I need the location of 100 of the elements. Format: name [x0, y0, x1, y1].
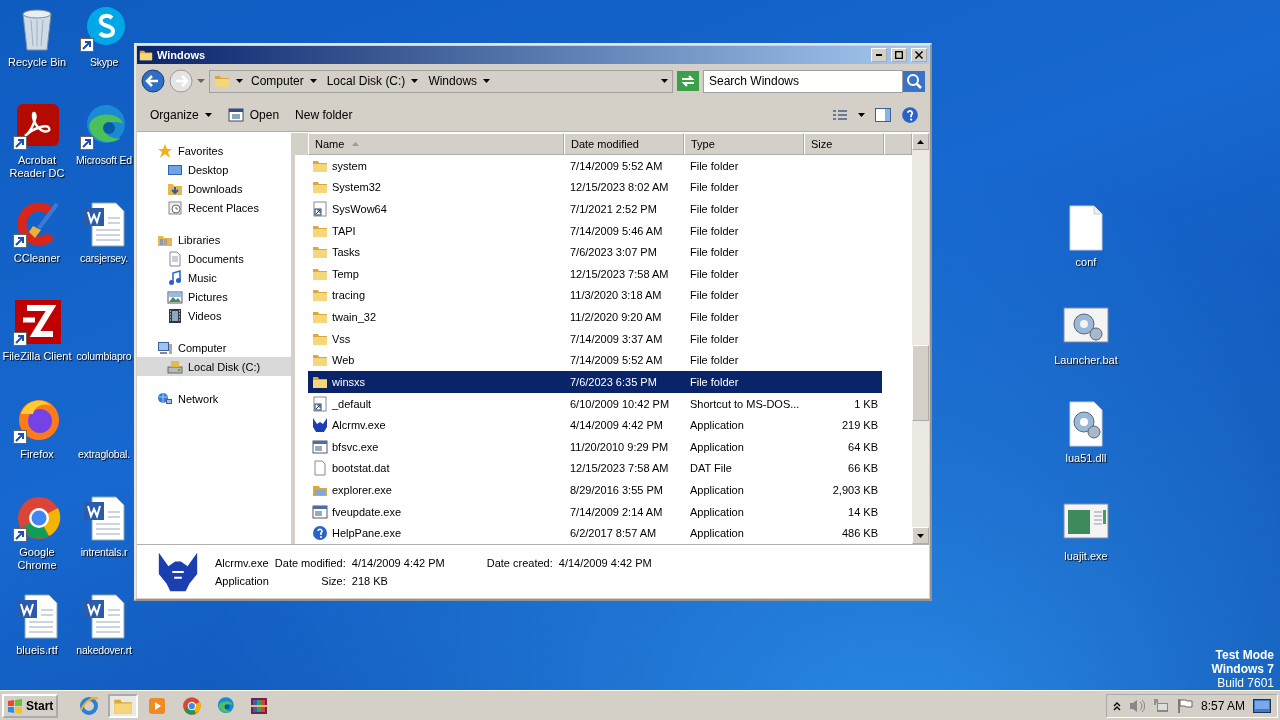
nav-item[interactable]: Downloads	[137, 179, 291, 198]
file-row[interactable]: tracing 11/3/2020 3:18 AM File folder	[308, 284, 882, 307]
shortcut-tile[interactable]: luajit.exe	[1049, 494, 1123, 592]
shortcut-tile[interactable]: Google Chrome	[0, 490, 74, 588]
nav-item[interactable]: Documents	[137, 249, 291, 268]
column-header[interactable]: Name	[308, 133, 564, 155]
shortcut-tile[interactable]: columbiapro	[73, 294, 135, 392]
file-type: File folder	[689, 267, 740, 280]
property-value: 4/14/2009 4:42 PM	[558, 556, 652, 569]
breadcrumb[interactable]: Computer	[249, 74, 319, 88]
file-row[interactable]: Temp 12/15/2023 7:58 AM File folder	[308, 263, 882, 285]
scroll-down-button[interactable]	[912, 527, 929, 544]
nav-item[interactable]: Music	[137, 268, 291, 287]
shortcut-tile[interactable]: Acrobat Reader DC	[0, 98, 74, 196]
flag-icon[interactable]	[1176, 697, 1193, 714]
caret-icon[interactable]	[483, 79, 491, 83]
file-row[interactable]: twain_32 11/2/2020 9:20 AM File folder	[308, 306, 882, 328]
shortcut-tile[interactable]: intrentals.r	[73, 490, 135, 588]
shortcut-tile[interactable]: Recycle Bin	[0, 0, 74, 98]
file-row[interactable]: bootstat.dat 12/15/2023 7:58 AM DAT File 66 KB	[308, 457, 882, 480]
file-name: Alcrmv.exe	[331, 419, 387, 432]
shortcut-tile[interactable]: blueis.rtf	[0, 588, 74, 686]
file-row[interactable]: Vss 7/14/2009 3:37 AM File folder	[308, 327, 882, 350]
network-icon[interactable]	[1152, 697, 1169, 714]
shortcut-tile[interactable]: carsjersey.	[73, 196, 135, 294]
file-row[interactable]: _default 6/10/2009 10:42 PM Shortcut to MS-DOS... 1 KB	[308, 392, 882, 415]
caret-icon[interactable]	[661, 79, 668, 83]
toolbar-button[interactable]: Open	[224, 104, 283, 125]
date-modified: 7/14/2009 3:37 AM	[569, 332, 664, 345]
show-hidden-icons-button[interactable]	[1112, 700, 1121, 711]
shortcut-tile[interactable]: Launcher.bat	[1049, 298, 1123, 396]
file-row[interactable]: Web 7/14/2009 5:52 AM File folder	[308, 349, 882, 372]
caret-icon[interactable]	[204, 112, 212, 117]
nav-item[interactable]: Recent Places	[137, 198, 291, 217]
file-type: DAT File	[689, 462, 733, 475]
property-label: Date modified:	[274, 556, 346, 569]
shortcut-tile[interactable]: FileZilla Client	[0, 294, 74, 392]
folder-icon	[312, 179, 328, 196]
file-row[interactable]: explorer.exe 8/29/2016 3:55 PM Application 2,903 KB	[308, 479, 882, 501]
column-header[interactable]: Date modified	[564, 133, 684, 155]
shortcut-tile[interactable]: nakedover.rt	[73, 588, 135, 686]
start-button[interactable]: Start	[2, 693, 59, 718]
back-button[interactable]	[141, 69, 165, 93]
nav-item[interactable]: Favorites	[137, 141, 291, 160]
caret-icon[interactable]	[858, 112, 865, 117]
file-row[interactable]: Alcrmv.exe 4/14/2009 4:42 PM Application 219 KB	[308, 414, 882, 436]
nav-item[interactable]: Desktop	[137, 160, 291, 179]
app-icon	[312, 417, 328, 434]
view-options-icon[interactable]	[832, 108, 848, 121]
file-row[interactable]: system 7/14/2009 5:52 AM File folder	[308, 155, 882, 177]
nav-item[interactable]: Libraries	[137, 230, 291, 249]
file-row[interactable]: Tasks 7/6/2023 3:07 PM File folder	[308, 241, 882, 264]
caret-icon[interactable]	[309, 79, 317, 83]
shortcut-tile[interactable]: Skype	[73, 0, 135, 98]
search-field[interactable]: Search Windows	[703, 69, 903, 93]
date-modified: 7/14/2009 5:52 AM	[569, 354, 664, 367]
nav-item[interactable]: Pictures	[137, 287, 291, 306]
history-caret-icon[interactable]	[197, 79, 205, 83]
search-icon[interactable]	[903, 70, 925, 92]
file-row[interactable]: SysWow64 7/1/2021 2:52 PM File folder	[308, 198, 882, 220]
file-row[interactable]: fveupdate.exe 7/14/2009 2:14 AM Application 14 KB	[308, 500, 882, 523]
toolbar-button[interactable]: New folder	[292, 105, 356, 124]
nav-item[interactable]: Network	[137, 389, 291, 408]
shortcut-tile[interactable]: extraglobal.	[73, 392, 135, 490]
show-desktop-button[interactable]	[1253, 697, 1271, 714]
shortcut-tile[interactable]: conf	[1049, 200, 1123, 298]
file-row[interactable]: winsxs 7/6/2023 6:35 PM File folder	[308, 371, 882, 393]
nav-item[interactable]: Local Disk (C:)	[137, 357, 291, 376]
refresh-button[interactable]	[677, 71, 699, 91]
close-button[interactable]	[911, 48, 927, 62]
file-row[interactable]: TAPI 7/14/2009 5:46 AM File folder	[308, 219, 882, 242]
preview-pane-icon[interactable]	[875, 107, 891, 122]
date-modified: 12/15/2023 7:58 AM	[569, 267, 670, 280]
minimize-icon	[876, 54, 882, 56]
scroll-up-button[interactable]	[912, 133, 929, 150]
scrollbar[interactable]	[912, 133, 929, 544]
nav-item[interactable]: Videos	[137, 306, 291, 325]
column-header[interactable]: Size	[804, 133, 884, 155]
file-name: bfsvc.exe	[331, 440, 380, 453]
file-row[interactable]: HelpPane.exe 6/2/2017 8:57 AM Application 486 KB	[308, 522, 882, 544]
breadcrumb[interactable]: Windows	[426, 74, 493, 88]
shortcut-tile[interactable]: Microsoft Ed	[73, 98, 135, 196]
caret-icon[interactable]	[411, 79, 419, 83]
clock[interactable]: 8:57 AM	[1200, 698, 1245, 713]
minimize-button[interactable]	[871, 48, 887, 62]
file-row[interactable]: bfsvc.exe 11/20/2010 9:29 PM Application 64 KB	[308, 435, 882, 458]
shortcut-tile[interactable]: Firefox	[0, 392, 74, 490]
address-bar[interactable]: Computer Local Disk (C:) Windows	[209, 69, 673, 93]
file-row[interactable]: System32 12/15/2023 8:02 AM File folder	[308, 176, 882, 199]
folder-icon	[139, 48, 153, 62]
shortcut-tile[interactable]: lua51.dll	[1049, 396, 1123, 494]
scroll-thumb[interactable]	[912, 345, 929, 421]
help-icon[interactable]	[901, 105, 919, 124]
column-header[interactable]: Type	[684, 133, 804, 155]
maximize-button[interactable]	[891, 48, 907, 62]
toolbar-button[interactable]: Organize	[147, 105, 215, 124]
caret-icon[interactable]	[236, 79, 243, 83]
breadcrumb[interactable]: Local Disk (C:)	[324, 74, 421, 88]
shortcut-tile[interactable]: CCleaner	[0, 196, 74, 294]
nav-item[interactable]: Computer	[137, 338, 291, 357]
